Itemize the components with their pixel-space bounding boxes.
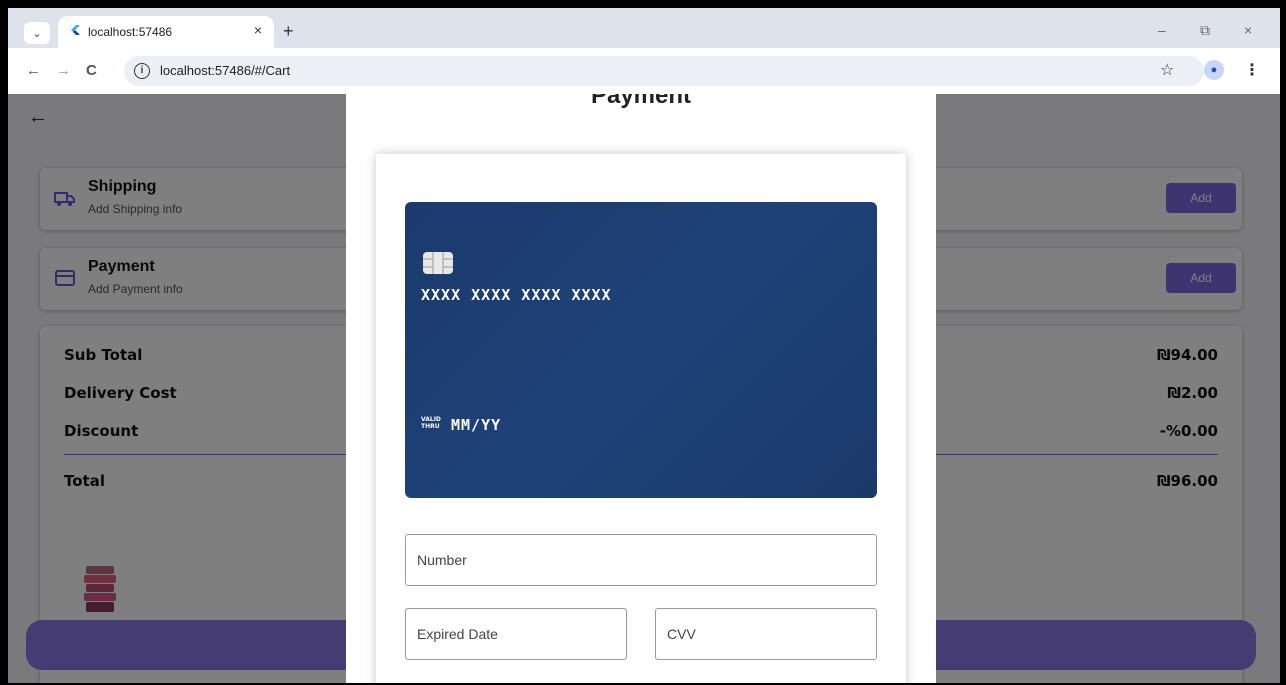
close-window-icon[interactable]: ×	[1244, 22, 1252, 38]
url-text: localhost:57486/#/Cart	[160, 63, 291, 78]
profile-avatar-icon[interactable]: ●	[1204, 60, 1224, 80]
valid-thru-label: VALID THRU	[421, 416, 441, 430]
card-form: XXXX XXXX XXXX XXXX VALID THRU MM/YY Num…	[376, 154, 906, 683]
tab-search-dropdown-icon[interactable]: ⌄	[24, 22, 50, 44]
address-bar[interactable]: i localhost:57486/#/Cart	[124, 56, 1204, 86]
number-field-label: Number	[417, 552, 467, 568]
app-viewport: ← Shipping Add Shipping info Add Payment…	[8, 94, 1280, 683]
cvv-field[interactable]: CVV	[655, 608, 877, 660]
bookmark-star-icon[interactable]: ☆	[1160, 60, 1174, 80]
browser-toolbar: ← → C i localhost:57486/#/Cart ☆ ● ⋮	[8, 48, 1280, 94]
browser-tab[interactable]: localhost:57486 ×	[58, 16, 274, 48]
credit-card-preview: XXXX XXXX XXXX XXXX VALID THRU MM/YY	[405, 202, 877, 498]
expiry-display: MM/YY	[451, 416, 502, 434]
expired-field-label: Expired Date	[417, 626, 498, 642]
reload-icon[interactable]: C	[86, 62, 97, 79]
chip-icon	[423, 252, 453, 274]
expired-date-field[interactable]: Expired Date	[405, 608, 627, 660]
flutter-favicon-icon	[71, 25, 80, 35]
new-tab-icon[interactable]: +	[283, 22, 294, 40]
browser-menu-icon[interactable]: ⋮	[1244, 60, 1260, 80]
site-info-icon[interactable]: i	[134, 63, 150, 79]
card-number-field[interactable]: Number	[405, 534, 877, 586]
close-tab-icon[interactable]: ×	[254, 22, 262, 38]
cvv-field-label: CVV	[667, 626, 696, 642]
thru-label: THRU	[421, 423, 440, 430]
forward-nav-icon[interactable]: →	[56, 62, 71, 79]
card-number-display: XXXX XXXX XXXX XXXX	[421, 286, 612, 304]
back-nav-icon[interactable]: ←	[26, 62, 41, 79]
minimize-icon[interactable]: –	[1158, 22, 1166, 38]
payment-modal: Payment XXXX XXXX XXXX XXXX VALID THRU M…	[346, 94, 936, 683]
restore-icon[interactable]: ⧉	[1200, 22, 1210, 39]
tab-title: localhost:57486	[88, 25, 173, 39]
modal-title: Payment	[590, 94, 692, 109]
valid-label: VALID	[421, 416, 441, 423]
browser-tab-bar: ⌄ localhost:57486 × + – ⧉ ×	[8, 8, 1280, 48]
